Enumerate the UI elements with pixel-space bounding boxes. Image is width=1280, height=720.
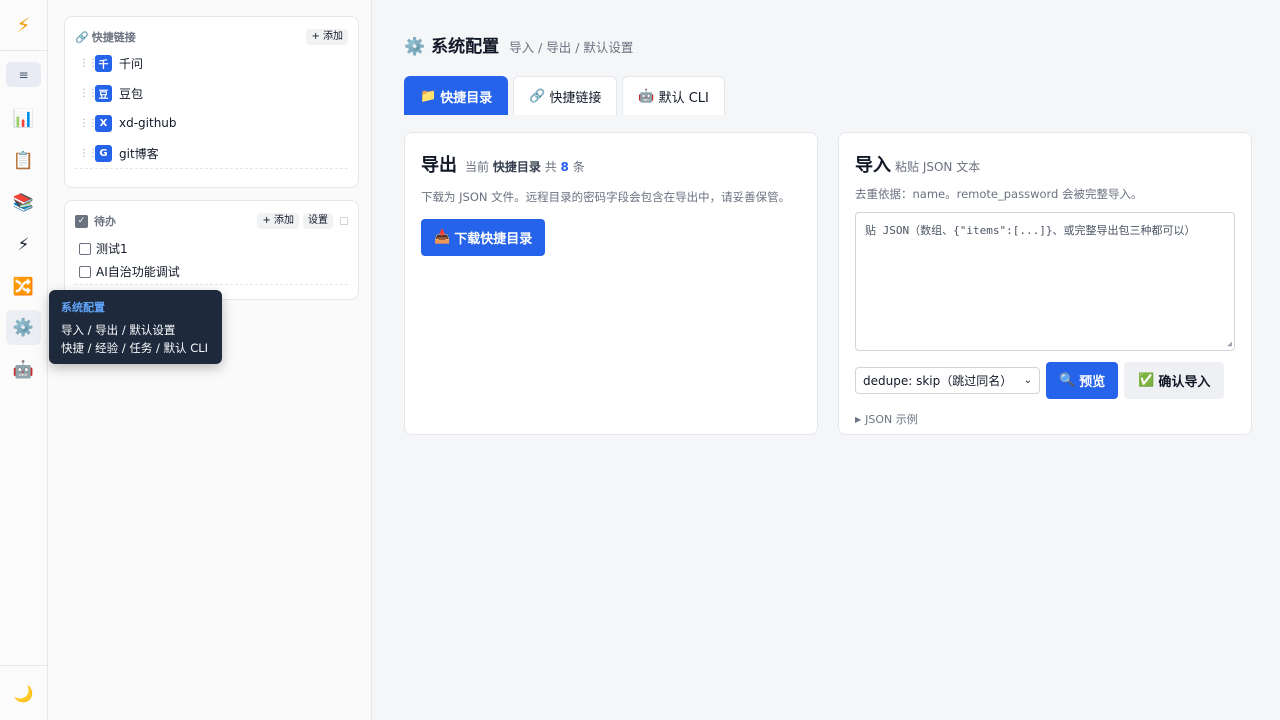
export-meta: 当前 快捷目录 共 8 条	[465, 160, 585, 174]
add-todo-button[interactable]: + 添加	[257, 213, 299, 229]
link-badge: 豆	[95, 84, 112, 102]
tooltip-line: 导入 / 导出 / 默认设置	[61, 323, 176, 337]
link-label: 千问	[119, 56, 144, 71]
square-icon[interactable]	[340, 217, 348, 225]
todo-label: 测试1	[96, 242, 128, 256]
export-panel: 导出 当前 快捷目录 共 8 条 下载为 JSON 文件。远程目录的密码字段会包…	[404, 132, 818, 435]
todo-checkbox[interactable]	[79, 265, 91, 278]
link-item[interactable]: ⋮⋮ 千 千问	[65, 48, 358, 78]
todo-label: AI自治功能调试	[96, 265, 180, 279]
tooltip-title: 系统配置	[61, 301, 105, 314]
link-badge: 千	[95, 54, 112, 72]
import-panel: 导入 粘贴 JSON 文本 去重依据：name。remote_password …	[838, 132, 1252, 435]
link-badge: X	[95, 114, 112, 132]
checkbox-checked-icon: ✓	[75, 214, 88, 228]
tab-quick-dirs[interactable]: 📁 快捷目录	[404, 76, 509, 115]
export-description: 下载为 JSON 文件。远程目录的密码字段会包含在导出中，请妥善保管。	[421, 190, 791, 204]
robot-icon: 🤖	[638, 88, 655, 104]
quick-links-title: 🔗 快捷链接	[75, 30, 136, 45]
gear-icon[interactable]: ⚙️	[6, 310, 41, 345]
theme-moon-icon[interactable]: 🌙	[0, 665, 47, 720]
drag-handle-icon[interactable]: ⋮⋮	[79, 58, 98, 69]
link-label: xd-github	[119, 116, 177, 130]
link-label: 豆包	[119, 86, 144, 101]
link-icon: 🔗	[75, 30, 89, 44]
check-mark-icon: ✅	[1138, 373, 1155, 388]
page-subtitle: 导入 / 导出 / 默认设置	[509, 40, 634, 55]
divider	[75, 168, 348, 169]
confirm-import-button[interactable]: ✅ 确认导入	[1124, 362, 1225, 399]
link-item[interactable]: ⋮⋮ 豆 豆包	[65, 78, 358, 108]
caret-right-icon: ▶	[855, 414, 862, 424]
gear-icon: ⚙️	[404, 37, 426, 57]
todo-settings-button[interactable]: 设置	[303, 213, 333, 229]
tab-quick-links[interactable]: 🔗 快捷链接	[513, 76, 618, 115]
settings-tooltip: 系统配置 导入 / 导出 / 默认设置 快捷 / 经验 / 任务 / 默认 CL…	[49, 290, 222, 364]
chevron-down-icon: ⌄	[1023, 375, 1032, 386]
dashboard-chart-icon[interactable]: 📊	[6, 101, 41, 136]
page-header: ⚙️ 系统配置 导入 / 导出 / 默认设置	[404, 32, 633, 57]
todo-card: ✓ 待办 + 添加 设置 测试1 AI自治功能调试	[64, 200, 359, 300]
main-content: ⚙️ 系统配置 导入 / 导出 / 默认设置 📁 快捷目录 🔗 快捷链接 🤖 默…	[372, 0, 1280, 720]
drag-handle-icon[interactable]: ⋮⋮	[79, 88, 98, 99]
shuffle-icon[interactable]: 🔀	[6, 269, 41, 304]
json-example-toggle[interactable]: ▶ JSON 示例	[855, 411, 1235, 427]
link-label: git博客	[119, 146, 159, 161]
link-icon: 🔗	[529, 88, 546, 104]
tab-default-cli[interactable]: 🤖 默认 CLI	[622, 76, 725, 115]
clipboard-icon[interactable]: 📋	[6, 143, 41, 178]
dedupe-select[interactable]: dedupe: skip（跳过同名） ⌄	[855, 367, 1040, 394]
menu-toggle-icon[interactable]: ≡	[6, 62, 41, 87]
drag-handle-icon[interactable]: ⋮⋮	[79, 118, 98, 129]
folder-icon: 📁	[420, 88, 437, 104]
add-link-button[interactable]: + 添加	[306, 29, 348, 45]
drag-handle-icon[interactable]: ⋮⋮	[79, 148, 98, 159]
books-icon[interactable]: 📚	[6, 185, 41, 220]
divider	[75, 284, 348, 285]
quick-links-card: 🔗 快捷链接 + 添加 ⋮⋮ 千 千问 ⋮⋮ 豆 豆包 ⋮⋮ X xd-gith…	[64, 16, 359, 188]
import-title: 导入	[855, 155, 891, 176]
tooltip-line: 快捷 / 经验 / 任务 / 默认 CLI	[61, 341, 209, 355]
logo-bolt-icon[interactable]: ⚡	[0, 0, 47, 51]
download-button[interactable]: 📥 下载快捷目录	[421, 219, 546, 256]
link-item[interactable]: ⋮⋮ X xd-github	[65, 108, 358, 138]
resize-handle-icon[interactable]: ◢	[1227, 339, 1232, 348]
inbox-tray-icon: 📥	[434, 230, 451, 245]
page-title: ⚙️ 系统配置	[404, 37, 500, 57]
nav-rail: ⚡ ≡ 📊 📋 📚 ⚡ 🔀 ⚙️ 🤖 🌙	[0, 0, 48, 720]
import-description: 去重依据：name。remote_password 会被完整导入。	[855, 187, 1143, 201]
import-subtitle: 粘贴 JSON 文本	[895, 160, 981, 174]
tab-bar: 📁 快捷目录 🔗 快捷链接 🤖 默认 CLI	[404, 76, 725, 115]
todo-item[interactable]: 测试1	[65, 237, 358, 260]
todo-title: ✓ 待办	[75, 213, 116, 229]
json-input[interactable]: 贴 JSON（数组、{"items":[...]}、或完整导出包三种都可以） ◢	[855, 212, 1235, 351]
preview-button[interactable]: 🔍 预览	[1046, 362, 1119, 399]
todo-item[interactable]: AI自治功能调试	[65, 260, 358, 283]
robot-icon[interactable]: 🤖	[6, 352, 41, 387]
link-badge: G	[95, 144, 112, 162]
link-item[interactable]: ⋮⋮ G git博客	[65, 138, 358, 168]
todo-checkbox[interactable]	[79, 242, 91, 255]
magnifier-icon: 🔍	[1059, 373, 1076, 388]
export-title: 导出	[421, 155, 457, 176]
bolt-icon[interactable]: ⚡	[6, 227, 41, 262]
